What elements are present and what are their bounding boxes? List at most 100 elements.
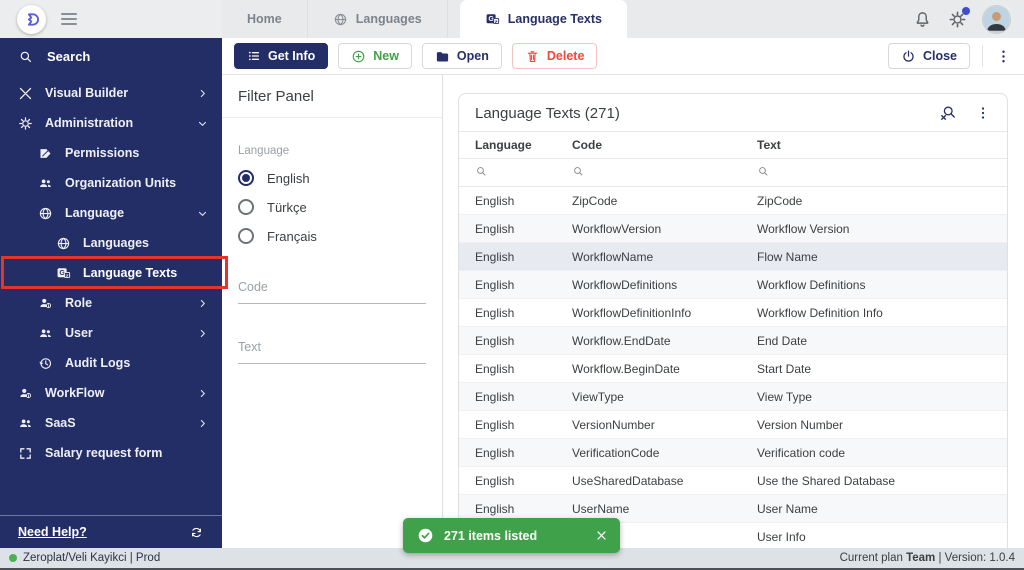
globe-icon [38,206,53,221]
sidebar-item-languages[interactable]: Languages [0,228,222,258]
tab-languages[interactable]: Languages [308,0,448,38]
sidebar-item-audit-logs[interactable]: Audit Logs [0,348,222,378]
code-filter-input[interactable]: Code [238,280,426,304]
globe-icon [56,236,71,251]
sidebar-item-label: Language [65,206,125,220]
sidebar-item-visual-builder[interactable]: Visual Builder [0,78,222,108]
environment-status-dot [9,554,17,562]
column-header-code[interactable]: Code [572,138,757,152]
sidebar-item-saas[interactable]: SaaS [0,408,222,438]
sidebar-item-organization-units[interactable]: Organization Units [0,168,222,198]
toast-message: 271 items listed [444,528,538,543]
delete-button[interactable]: Delete [511,43,598,69]
plan-name: Team [906,552,936,564]
tab-strip: Home Languages G Language Texts [222,0,913,38]
plus-circle-icon [351,49,366,64]
table-cell: ViewType [572,389,624,404]
chevron-right-icon [197,388,208,399]
delete-label: Delete [546,49,585,63]
toast-close-icon[interactable] [595,529,608,542]
language-column-filter-icon[interactable] [475,165,487,177]
table-row[interactable]: English WorkflowName Flow Name [459,243,1007,271]
text-column-filter-icon[interactable] [757,165,769,177]
table-row[interactable]: English WorkflowDefinitionInfo Workflow De… [459,299,1007,327]
list-icon [247,49,261,63]
table-row[interactable]: English Workflow.BeginDate Start Date [459,355,1007,383]
table-cell: English [475,389,515,404]
sidebar-item-language[interactable]: Language [0,198,222,228]
get-info-label: Get Info [268,49,316,63]
open-button[interactable]: Open [421,43,502,69]
language-radio-t-rk-e[interactable]: Türkçe [238,199,426,215]
table-cell: English [475,277,515,292]
menu-toggle-icon[interactable] [61,13,77,25]
table-cell: Workflow Version [757,221,850,236]
search-icon [18,49,33,64]
need-help-link[interactable]: Need Help? [18,525,87,539]
settings-icon[interactable] [948,6,970,29]
sidebar-item-permissions[interactable]: Permissions [0,138,222,168]
close-button[interactable]: Close [887,43,970,69]
open-label: Open [456,49,489,63]
sidebar-item-role[interactable]: Role [0,288,222,318]
search-off-icon[interactable] [939,104,957,122]
table-cell: VerificationCode [572,445,660,460]
text-filter-input[interactable]: Text [238,340,426,364]
sidebar-search[interactable]: Search [0,38,222,74]
plan-prefix: Current plan [839,552,903,564]
code-column-filter-icon[interactable] [572,165,584,177]
settings-badge [962,6,970,15]
chevron-down-icon [197,118,208,129]
get-info-button[interactable]: Get Info [234,43,329,69]
people-icon [18,416,33,431]
divider [982,45,983,67]
tools-icon [18,86,33,101]
table-cell: Workflow.EndDate [572,333,671,348]
table-row[interactable]: English VerificationCode Verification code [459,439,1007,467]
avatar[interactable] [983,5,1010,33]
table-row[interactable]: English ZipCode ZipCode [459,187,1007,215]
sidebar-item-language-texts[interactable]: G Language Texts [0,258,222,288]
version-label: | Version: 1.0.4 [938,552,1015,564]
more-options-icon[interactable] [995,48,1012,65]
table-cell: WorkflowDefinitionInfo [572,305,692,320]
tab-home[interactable]: Home [222,0,308,38]
sidebar-item-salary-request-form[interactable]: Salary request form [0,438,222,468]
toast-notification: 271 items listed [403,518,620,553]
radio-label: Français [267,228,317,244]
tab-language-texts[interactable]: G Language Texts [459,0,627,38]
chevron-right-icon [197,88,208,99]
app-logo[interactable] [17,4,46,34]
card-header: Language Texts (271) [459,94,1007,131]
sync-icon[interactable] [189,525,204,540]
person-info-icon [18,386,33,401]
column-header-text[interactable]: Text [757,138,991,152]
new-button[interactable]: New [338,43,412,69]
language-radio-fran-ais[interactable]: Français [238,228,426,244]
tab-label: Languages [355,12,422,26]
table-cell: Flow Name [757,249,818,264]
table-row[interactable]: English ViewType View Type [459,383,1007,411]
toolbar: Get Info New Open Delete Close [222,38,1024,75]
column-header-language[interactable]: Language [475,138,572,152]
table-row[interactable]: English WorkflowDefinitions Workflow Defin… [459,271,1007,299]
notifications-icon[interactable] [913,10,932,29]
table-cell: Workflow Definition Info [757,305,883,320]
table-row[interactable]: English Workflow.EndDate End Date [459,327,1007,355]
table-row[interactable]: English WorkflowVersion Workflow Version [459,215,1007,243]
table-row[interactable]: English VersionNumber Version Number [459,411,1007,439]
table-cell: End Date [757,333,808,348]
sidebar-item-workflow[interactable]: WorkFlow [0,378,222,408]
table-cell: Verification code [757,445,846,460]
sidebar-item-user[interactable]: User [0,318,222,348]
sidebar-item-label: Role [65,296,93,310]
table-body: English ZipCode ZipCode English WorkflowVers… [459,187,1007,548]
table-cell: Workflow Definitions [757,277,866,292]
language-filter-label: Language [238,145,290,157]
sidebar-item-administration[interactable]: Administration [0,108,222,138]
card-more-options-icon[interactable] [975,105,991,121]
language-radio-english[interactable]: English [238,170,426,186]
table-header-row: Language Code Text [459,131,1007,159]
table-row[interactable]: English UseSharedDatabase Use the Shared D… [459,467,1007,495]
tab-label: Language Texts [507,12,602,26]
